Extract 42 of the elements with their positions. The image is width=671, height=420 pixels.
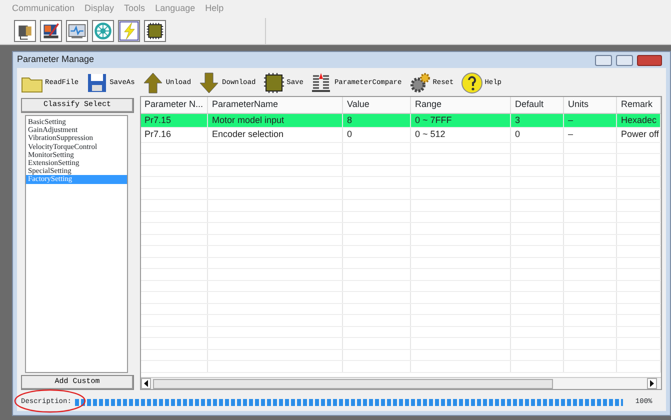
monitor-pen-icon[interactable] <box>40 20 62 42</box>
table-cell: 0 ~ 7FFF <box>415 114 452 124</box>
close-button[interactable] <box>637 54 662 66</box>
column-header[interactable]: Parameter N... <box>140 97 208 113</box>
table-cell: – <box>568 129 574 139</box>
table-cell: 8 <box>347 114 352 124</box>
column-header[interactable]: Value <box>342 97 410 113</box>
table-cell: 3 <box>515 114 520 124</box>
table-row[interactable]: Pr7.15 Motor model input 8 0 ~ 7FFF 3 – Hexadec <box>140 113 660 128</box>
table-cell: 0 ~ 512 <box>415 129 446 139</box>
table-cell: Encoder selection <box>212 129 284 139</box>
gear-icon <box>408 72 431 94</box>
table-cell: Power off <box>621 129 659 139</box>
wheel-icon[interactable] <box>92 20 114 42</box>
scroll-left-button[interactable] <box>140 378 150 389</box>
chip-icon <box>262 72 285 94</box>
springs-icon <box>310 72 332 94</box>
lightning-icon[interactable] <box>118 20 140 42</box>
help-icon <box>460 72 483 94</box>
column-header[interactable]: Range <box>410 97 510 113</box>
table-cell: Pr7.16 <box>144 129 172 139</box>
maximize-button[interactable] <box>616 54 633 66</box>
down-arrow-icon <box>198 72 220 94</box>
chip-icon[interactable] <box>144 20 166 42</box>
table-cell: 0 <box>347 129 352 139</box>
scroll-right-button[interactable] <box>647 378 657 389</box>
table-cell: Pr7.15 <box>144 114 172 124</box>
column-header[interactable]: ParameterName <box>208 97 342 113</box>
up-arrow-icon <box>142 72 164 94</box>
waveform-monitor-icon[interactable] <box>66 20 88 42</box>
table-cell: Motor model input <box>212 114 284 124</box>
table-cell: – <box>568 114 574 124</box>
column-header[interactable]: Units <box>564 97 616 113</box>
table-cell: 0 <box>515 129 520 139</box>
column-header[interactable]: Default <box>510 97 564 113</box>
plug-icon[interactable] <box>14 20 36 42</box>
window-title: Parameter Manage <box>17 53 94 66</box>
table-row[interactable]: Pr7.16 Encoder selection 0 0 ~ 512 0 – Power off <box>140 128 660 142</box>
minimize-button[interactable] <box>595 54 612 66</box>
scrollbar-thumb[interactable] <box>152 378 552 388</box>
column-header[interactable]: Remark <box>616 97 660 113</box>
table-cell: Hexadec <box>621 114 657 124</box>
